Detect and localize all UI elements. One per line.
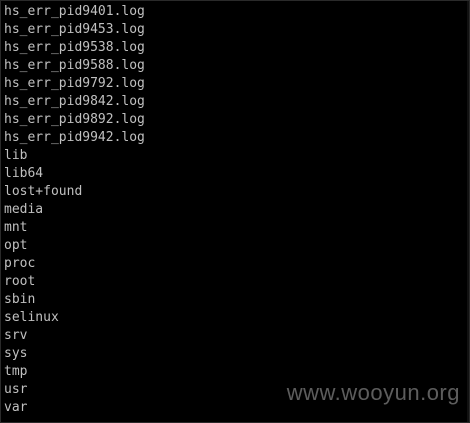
listing-line: lib bbox=[4, 148, 28, 163]
listing-line: tmp bbox=[4, 364, 28, 379]
listing-line: hs_err_pid9538.log bbox=[4, 40, 145, 55]
listing-line: hs_err_pid9453.log bbox=[4, 22, 145, 37]
listing-line: sys bbox=[4, 346, 28, 361]
listing-line: hs_err_pid9942.log bbox=[4, 130, 145, 145]
listing-line: selinux bbox=[4, 310, 59, 325]
listing-line: mnt bbox=[4, 220, 28, 235]
terminal-window[interactable]: hs_err_pid9401.log hs_err_pid9453.log hs… bbox=[0, 0, 470, 423]
listing-line: media bbox=[4, 202, 44, 217]
listing-line: sbin bbox=[4, 292, 36, 307]
listing-line: hs_err_pid9792.log bbox=[4, 76, 145, 91]
listing-line: root bbox=[4, 274, 36, 289]
listing-line: hs_err_pid9588.log bbox=[4, 58, 145, 73]
listing-line: lib64 bbox=[4, 166, 44, 181]
listing-line: hs_err_pid9842.log bbox=[4, 94, 145, 109]
listing-line: srv bbox=[4, 328, 28, 343]
listing-line: opt bbox=[4, 238, 28, 253]
listing-line: lost+found bbox=[4, 184, 83, 199]
directory-listing: hs_err_pid9401.log hs_err_pid9453.log hs… bbox=[4, 3, 145, 417]
listing-line: hs_err_pid9892.log bbox=[4, 112, 145, 127]
watermark-text: www.wooyun.org bbox=[286, 380, 460, 405]
listing-line: proc bbox=[4, 256, 36, 271]
listing-line: var bbox=[4, 400, 28, 415]
listing-line: hs_err_pid9401.log bbox=[4, 4, 145, 19]
listing-line: usr bbox=[4, 382, 28, 397]
scrollbar[interactable] bbox=[467, 1, 469, 422]
